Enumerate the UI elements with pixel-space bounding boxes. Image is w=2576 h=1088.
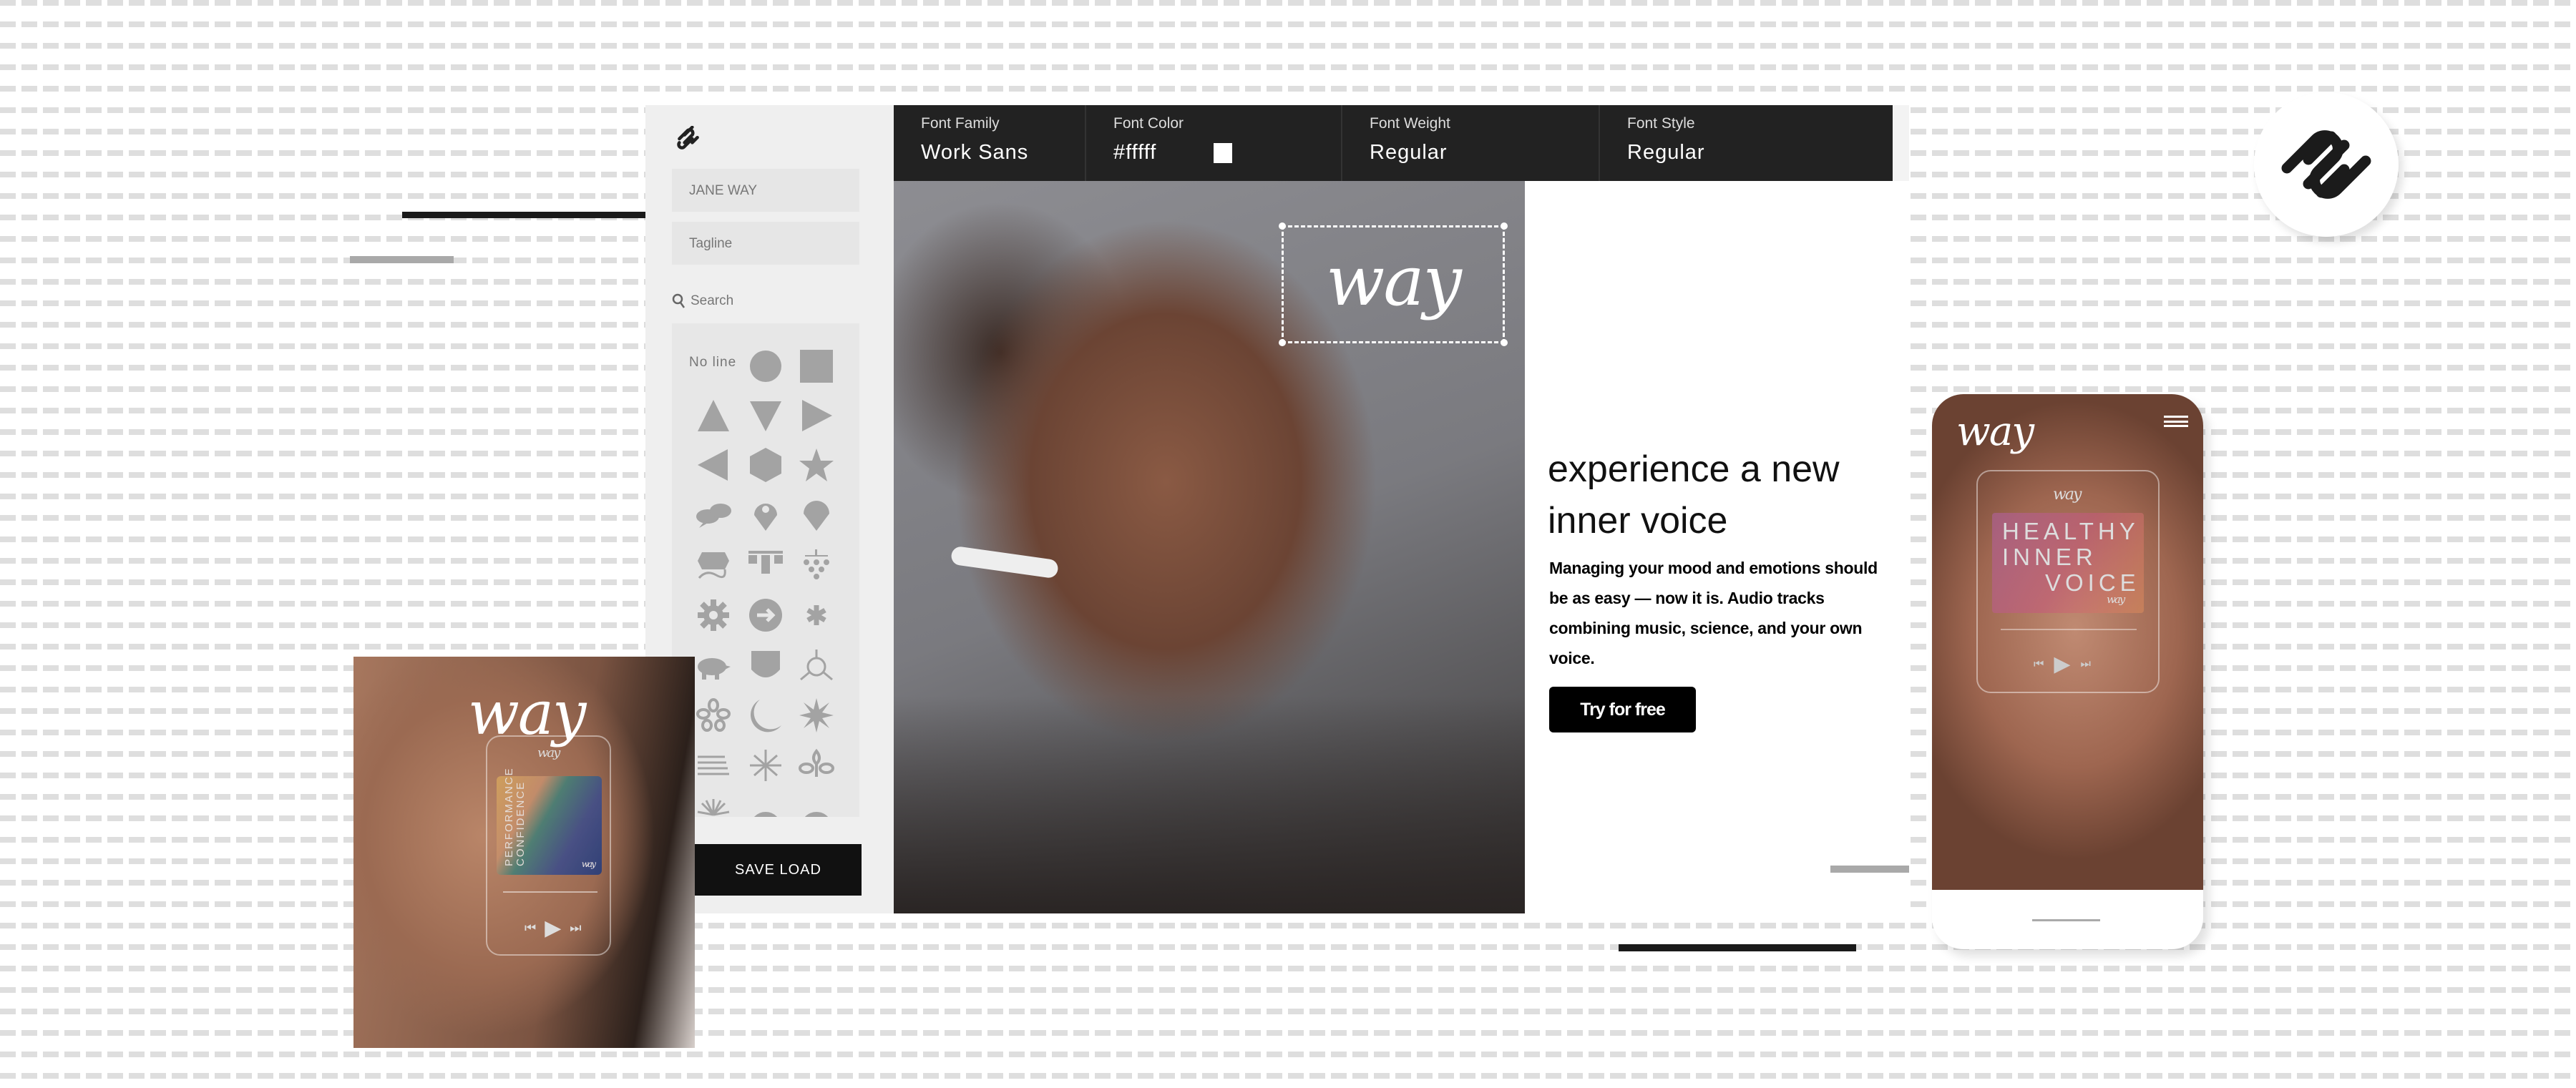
star-icon[interactable] [798,446,835,484]
resize-handle[interactable] [1279,222,1286,230]
hamburger-icon[interactable] [2164,416,2188,427]
way-logo: way [1326,241,1462,321]
album-logo: way [581,859,596,869]
player-logo: way [537,745,560,760]
ring-icon[interactable] [747,793,784,817]
half-circle-icon[interactable] [798,793,835,817]
triangle-right-icon[interactable] [798,397,835,434]
album-logo: way [2107,593,2125,606]
font-weight-control[interactable]: Font Weight Regular [1342,105,1600,181]
resize-handle[interactable] [1279,339,1286,346]
squarespace-logo [2254,92,2399,237]
shape-search[interactable]: Search [672,293,733,309]
play-icon[interactable]: ▶ [2054,652,2070,677]
play-icon[interactable]: ▶ [545,916,561,941]
triangle-up-icon[interactable] [695,397,732,434]
squarespace-logo-icon [677,126,699,150]
music-player: way HEALTHY INNER VOICE way ⏮ ▶ ⏭ [1976,470,2160,693]
album-art: PERFORMANCE CONFIDENCE way [497,767,602,875]
home-indicator [2032,919,2100,921]
hero-body: Managing your mood and emotions should b… [1549,559,1878,667]
next-icon[interactable]: ⏭ [570,921,581,936]
way-logo: way [1956,408,2034,455]
resize-handle[interactable] [1501,339,1508,346]
save-load-button[interactable]: SAVE LOAD [695,844,862,896]
decor-bar [1619,944,1856,951]
triangle-left-icon[interactable] [695,446,732,484]
font-family-control[interactable]: Font Family Work Sans [894,105,1086,181]
color-swatch[interactable] [1214,142,1233,163]
font-style-label: Font Style [1627,115,1695,132]
decor-bar [402,212,682,218]
font-toolbar: Font Family Work Sans Font Color #fffff … [894,105,1893,181]
decor-bar [350,256,454,263]
font-family-label: Font Family [921,115,1000,132]
hero-image-shade [894,696,1525,913]
mobile-ad-card: way way PERFORMANCE CONFIDENCE way ⏮ ▶ ⏭ [353,657,695,1048]
search-icon [672,293,686,308]
font-weight-value: Regular [1370,141,1448,164]
circle-icon[interactable] [747,348,784,385]
try-for-free-button[interactable]: Try for free [1549,687,1696,732]
album-title: HEALTHY INNER VOICE [2002,518,2140,596]
gear-icon[interactable] [695,597,732,634]
progress-bar[interactable] [503,891,597,893]
moon-icon[interactable] [747,697,784,734]
triangle-down-icon[interactable] [747,397,784,434]
leaf-trio-icon[interactable] [798,747,835,784]
font-weight-label: Font Weight [1370,115,1450,132]
drop-pin-icon[interactable] [798,496,835,534]
font-family-value: Work Sans [921,141,1029,164]
square-icon[interactable] [798,348,835,385]
shield-icon[interactable] [747,647,784,684]
font-color-label: Font Color [1113,115,1184,132]
lines-icon[interactable] [695,747,732,784]
font-style-value: Regular [1627,141,1705,164]
logo-selection-box[interactable]: way [1279,222,1508,346]
decor-bar [1830,866,1909,873]
speech-bubbles-icon[interactable] [695,496,732,534]
progress-bar[interactable] [2001,629,2137,630]
spark-icon[interactable] [747,747,784,784]
font-color-value: #fffff [1113,141,1157,164]
player-logo: way [2053,486,2082,504]
search-label: Search [691,293,734,308]
font-color-control[interactable]: Font Color #fffff [1086,105,1342,181]
squarespace-logo-icon [2281,130,2371,199]
sun-outline-icon[interactable] [798,647,835,684]
album-title: PERFORMANCE CONFIDENCE [503,767,527,866]
dot-cluster-icon[interactable] [798,547,835,584]
next-icon[interactable]: ⏭ [2080,658,2090,671]
font-style-control[interactable]: Font Style Regular [1600,105,1893,181]
earbud [950,545,1060,579]
flower-icon[interactable] [695,697,732,734]
hex-bubble-icon[interactable] [695,547,732,584]
music-player: way PERFORMANCE CONFIDENCE way ⏮ ▶ ⏭ [486,735,611,956]
sunrise-icon[interactable] [695,793,732,817]
hexagon-icon[interactable] [747,446,784,484]
resize-handle[interactable] [1501,222,1508,230]
map-pin-icon[interactable] [747,496,784,534]
tagline-input[interactable]: Tagline [672,222,859,265]
previous-icon[interactable]: ⏮ [525,921,536,936]
pig-icon[interactable] [695,647,732,684]
previous-icon[interactable]: ⏮ [2034,658,2044,671]
phone-mockup: way way HEALTHY INNER VOICE way ⏮ ▶ ⏭ [1932,394,2203,949]
tee-blocks-icon[interactable] [747,547,784,584]
arrow-circle-icon[interactable] [747,597,784,634]
asterisk-icon[interactable] [798,597,835,634]
site-title-input[interactable]: JANE WAY [672,169,859,212]
hero-text-panel [1525,181,1909,913]
starburst-icon[interactable] [798,697,835,734]
shape-picker: No line [672,323,859,817]
no-line-option[interactable]: No line [689,355,736,371]
hero-headline: experience a new inner voice [1548,449,1840,541]
